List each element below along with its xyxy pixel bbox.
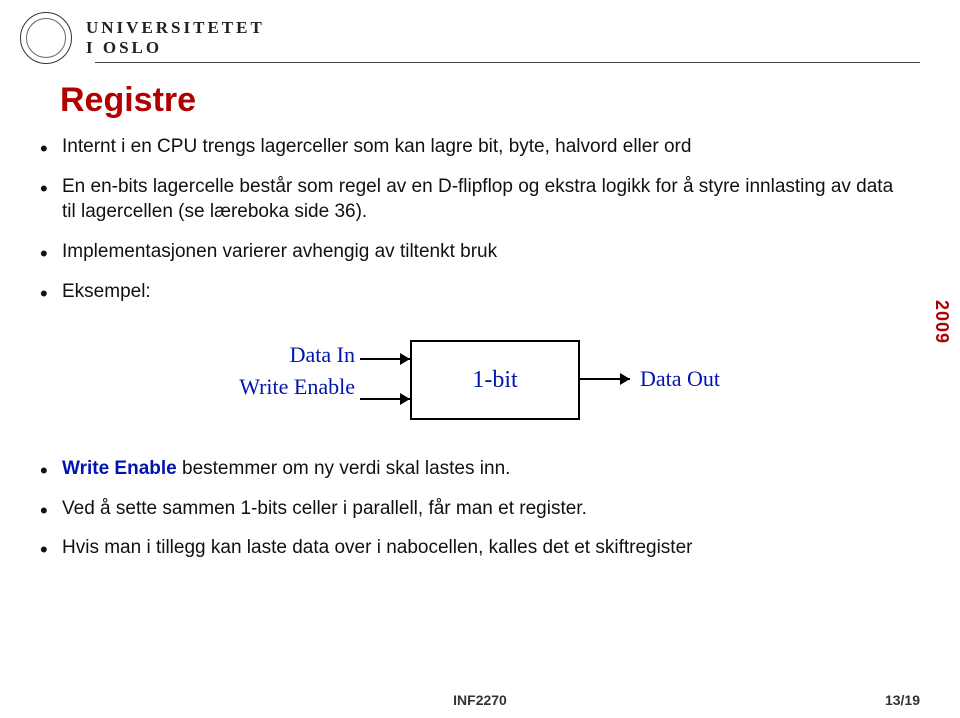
bullet-list-top: Internt i en CPU trengs lagerceller som … bbox=[40, 134, 900, 304]
bullet-item: Write Enable bestemmer om ny verdi skal … bbox=[40, 456, 900, 482]
write-enable-em: Write Enable bbox=[62, 458, 177, 479]
page-title: Registre bbox=[60, 81, 960, 120]
footer-course: INF2270 bbox=[453, 692, 507, 708]
university-name: UNIVERSITETET I OSLO bbox=[86, 18, 265, 58]
uni-line1: UNIVERSITETET bbox=[86, 18, 265, 38]
one-bit-box: 1-bit bbox=[410, 340, 580, 420]
year-badge: 2009 bbox=[931, 300, 960, 344]
diagram-output: Data Out bbox=[640, 366, 720, 392]
box-label: 1-bit bbox=[472, 367, 517, 394]
seal-inner-ring-icon bbox=[26, 18, 66, 58]
label-data-in: Data In bbox=[200, 342, 355, 368]
bullet-text: bestemmer om ny verdi skal lastes inn. bbox=[177, 458, 511, 479]
header-divider bbox=[95, 62, 920, 63]
arrow-icon bbox=[400, 393, 410, 405]
university-seal-icon bbox=[20, 12, 72, 64]
diagram-inputs: Data In Write Enable bbox=[200, 342, 355, 400]
bullet-item: Implementasjonen varierer avhengig av ti… bbox=[40, 239, 900, 265]
bullet-list-bottom: Write Enable bestemmer om ny verdi skal … bbox=[40, 456, 900, 561]
label-data-out: Data Out bbox=[640, 366, 720, 392]
diagram-container: Data In Write Enable 1-bit Data Out bbox=[0, 332, 960, 442]
slide-footer: INF2270 13/19 bbox=[0, 692, 960, 708]
uni-line2: I OSLO bbox=[86, 38, 265, 58]
bullet-item: Hvis man i tillegg kan laste data over i… bbox=[40, 535, 900, 561]
label-write-enable: Write Enable bbox=[200, 374, 355, 400]
one-bit-cell-diagram: Data In Write Enable 1-bit Data Out bbox=[200, 332, 760, 442]
bullet-item: En en-bits lagercelle består som regel a… bbox=[40, 174, 900, 225]
footer-page: 13/19 bbox=[885, 692, 920, 708]
bullet-item: Internt i en CPU trengs lagerceller som … bbox=[40, 134, 900, 160]
arrow-icon bbox=[400, 353, 410, 365]
bullet-item: Ved å sette sammen 1-bits celler i paral… bbox=[40, 496, 900, 522]
arrow-icon bbox=[620, 373, 630, 385]
bullet-item: Eksempel: bbox=[40, 279, 900, 305]
